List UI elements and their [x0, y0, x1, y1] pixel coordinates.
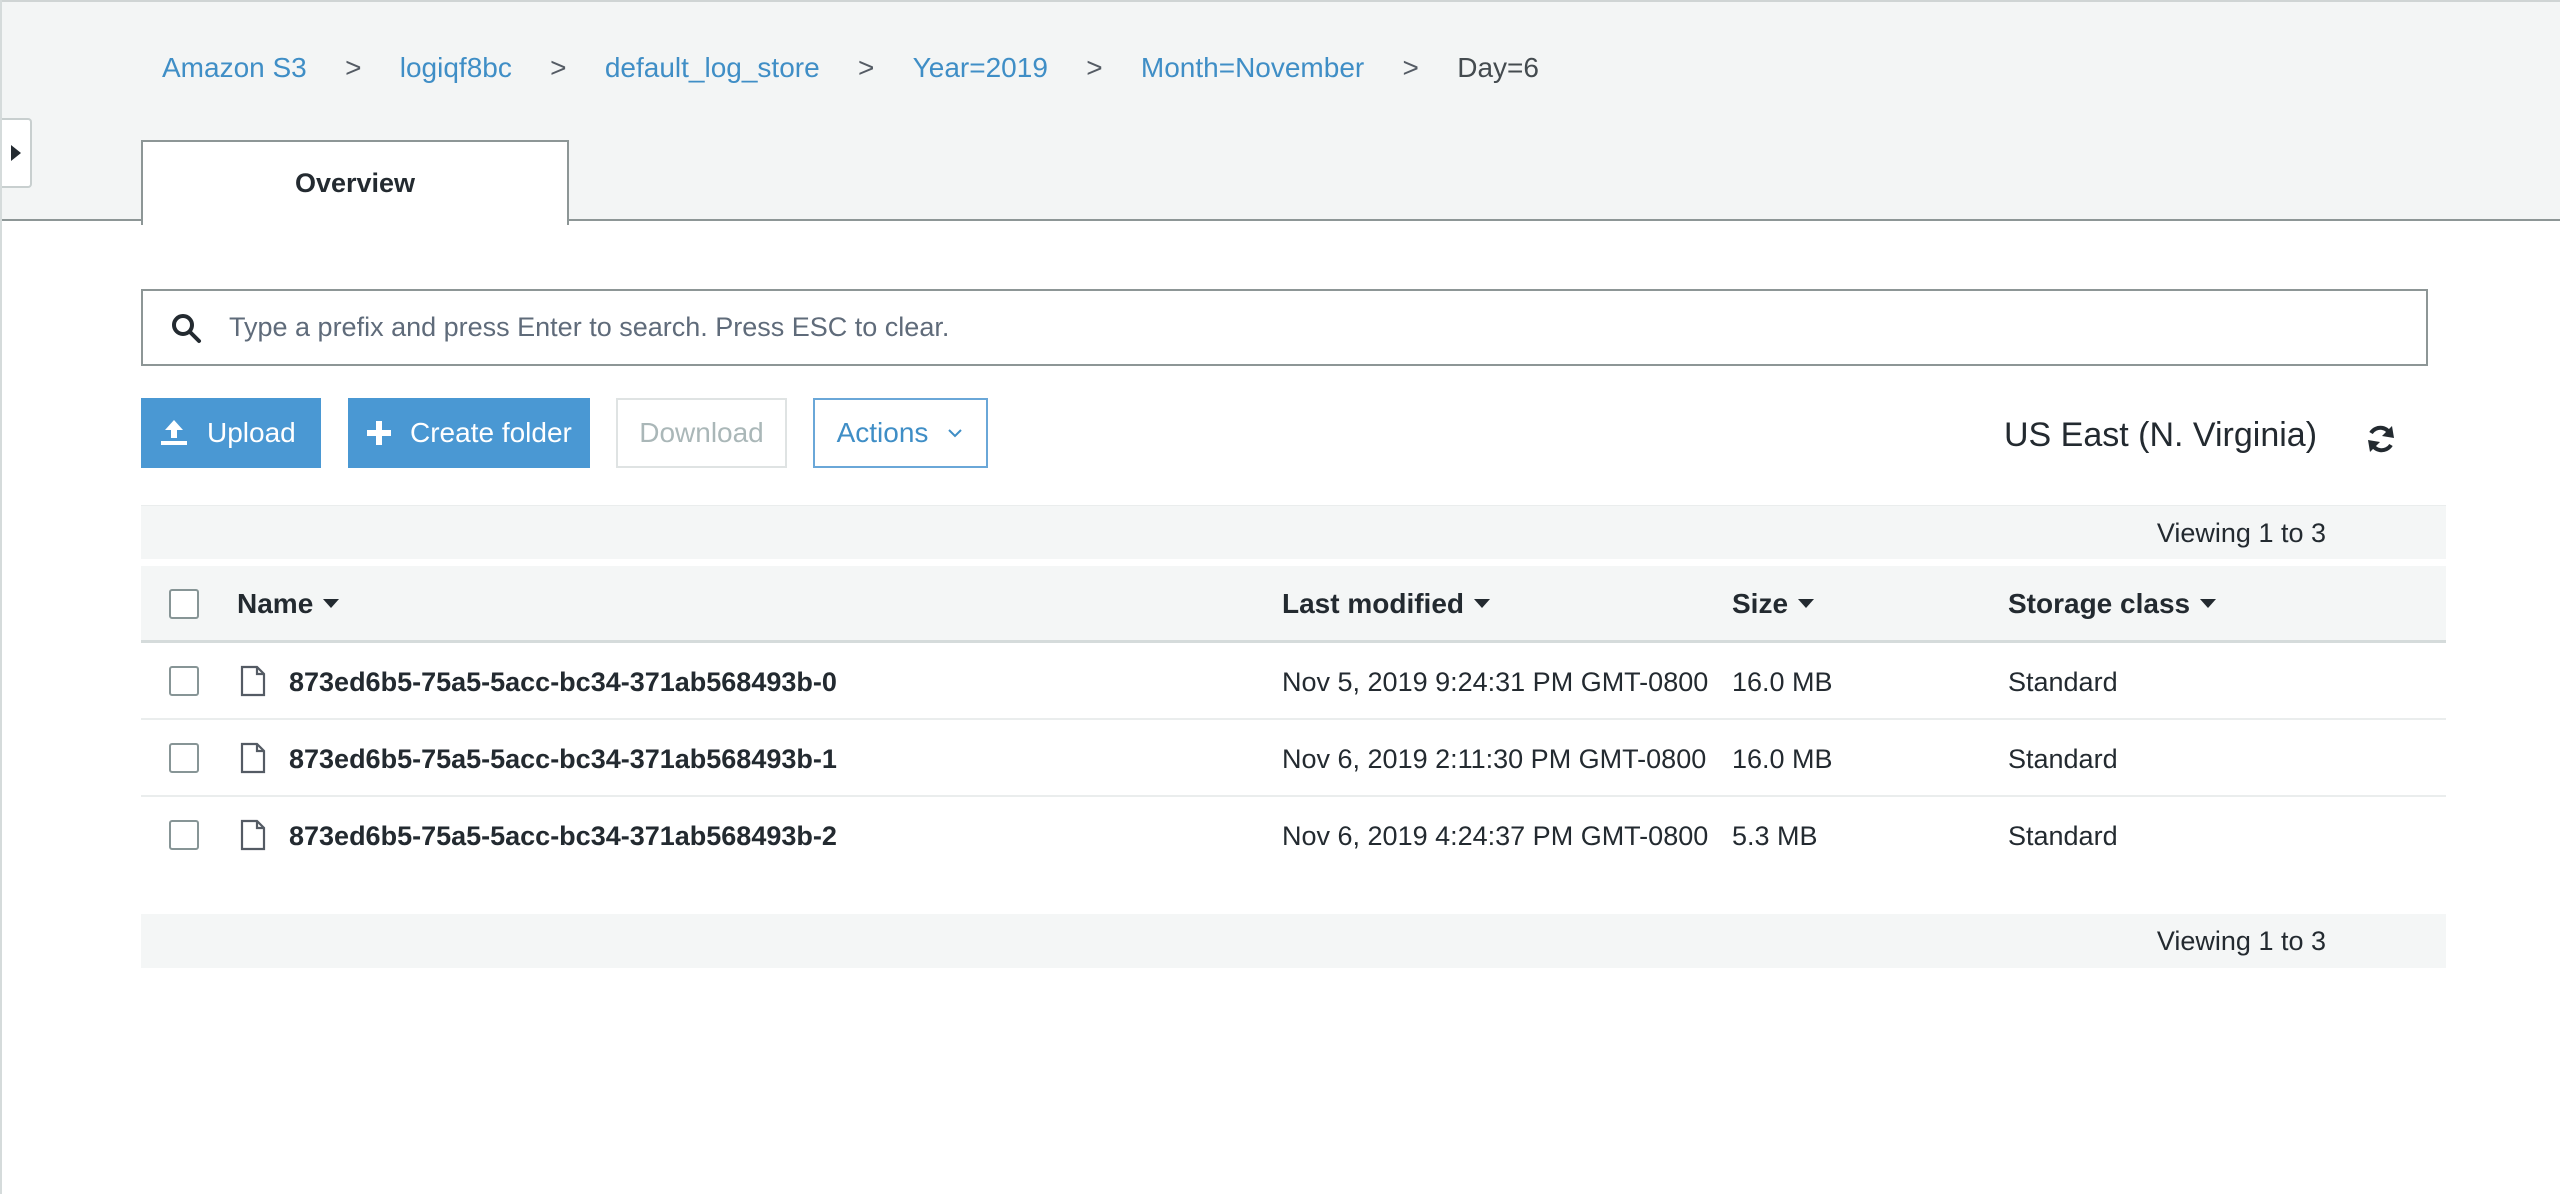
breadcrumb: Amazon S3 > logiqf8bc > default_log_stor…	[162, 48, 1539, 88]
caret-right-icon	[11, 145, 21, 161]
upload-button-label: Upload	[207, 417, 296, 448]
column-header-size[interactable]: Size	[1732, 588, 1815, 620]
column-header-storage-class-label: Storage class	[2008, 588, 2191, 619]
storage-class-cell: Standard	[2008, 821, 2118, 851]
breadcrumb-separator: >	[550, 52, 567, 83]
side-panel-toggle[interactable]	[2, 118, 32, 188]
breadcrumb-current-day: Day=6	[1457, 52, 1539, 83]
storage-class-cell: Standard	[2008, 744, 2118, 774]
breadcrumb-separator: >	[1402, 52, 1419, 83]
pagination-bar-top: Viewing 1 to 3	[141, 505, 2446, 559]
object-name-link[interactable]: 873ed6b5-75a5-5acc-bc34-371ab568493b-2	[289, 821, 837, 852]
breadcrumb-item-month[interactable]: Month=November	[1141, 52, 1364, 84]
column-header-size-label: Size	[1732, 588, 1789, 619]
breadcrumb-separator: >	[857, 52, 875, 83]
upload-icon	[161, 420, 187, 445]
pagination-text-bottom: Viewing 1 to 3	[2156, 926, 2326, 956]
last-modified-cell: Nov 6, 2019 4:24:37 PM GMT-0800	[1282, 821, 1709, 851]
region-label: US East (N. Virginia)	[2004, 416, 2318, 454]
create-folder-button[interactable]: Create folder	[348, 398, 590, 468]
breadcrumb-item-amazon-s3[interactable]: Amazon S3	[162, 52, 307, 84]
file-icon	[240, 665, 266, 697]
table-row[interactable]: 873ed6b5-75a5-5acc-bc34-371ab568493b-0 N…	[141, 643, 2446, 720]
breadcrumb-separator: >	[1086, 52, 1103, 83]
s3-console-page: Amazon S3 > logiqf8bc > default_log_stor…	[0, 0, 2560, 1194]
file-icon	[240, 819, 266, 851]
column-header-name[interactable]: Name	[237, 588, 340, 620]
pagination-text-top: Viewing 1 to 3	[2156, 518, 2326, 548]
search-box	[141, 289, 2428, 366]
object-name-link[interactable]: 873ed6b5-75a5-5acc-bc34-371ab568493b-0	[289, 667, 837, 698]
last-modified-cell: Nov 5, 2019 9:24:31 PM GMT-0800	[1282, 667, 1709, 697]
row-checkbox[interactable]	[169, 743, 199, 773]
plus-icon	[367, 421, 391, 445]
table-row[interactable]: 873ed6b5-75a5-5acc-bc34-371ab568493b-1 N…	[141, 720, 2446, 797]
column-header-name-label: Name	[237, 588, 314, 619]
last-modified-cell: Nov 6, 2019 2:11:30 PM GMT-0800	[1282, 744, 1707, 774]
pagination-bar-bottom: Viewing 1 to 3	[141, 914, 2446, 968]
row-checkbox[interactable]	[169, 820, 199, 850]
actions-dropdown-button[interactable]: Actions	[813, 398, 988, 468]
column-header-last-modified[interactable]: Last modified	[1282, 588, 1491, 620]
refresh-icon	[2368, 425, 2394, 453]
size-cell: 16.0 MB	[1732, 744, 1833, 774]
table-row[interactable]: 873ed6b5-75a5-5acc-bc34-371ab568493b-2 N…	[141, 797, 2446, 874]
column-header-last-modified-label: Last modified	[1282, 588, 1465, 619]
object-name-link[interactable]: 873ed6b5-75a5-5acc-bc34-371ab568493b-1	[289, 744, 837, 775]
upload-button[interactable]: Upload	[141, 398, 321, 468]
table-header: Name Last modified Size Storage class	[141, 566, 2446, 643]
row-checkbox[interactable]	[169, 666, 199, 696]
select-all-checkbox[interactable]	[169, 589, 199, 619]
column-header-storage-class[interactable]: Storage class	[2008, 588, 2217, 620]
sort-caret-icon	[1474, 599, 1491, 609]
size-cell: 16.0 MB	[1732, 667, 1833, 697]
sort-caret-icon	[323, 599, 340, 609]
chevron-down-icon	[948, 429, 963, 438]
breadcrumb-item-log-store[interactable]: default_log_store	[605, 52, 820, 84]
actions-button-label: Actions	[836, 417, 929, 448]
breadcrumb-separator: >	[345, 52, 362, 83]
breadcrumb-item-year[interactable]: Year=2019	[913, 52, 1048, 84]
refresh-button[interactable]	[2364, 422, 2398, 456]
breadcrumb-item-bucket[interactable]: logiqf8bc	[400, 52, 512, 84]
file-icon	[240, 742, 266, 774]
create-folder-button-label: Create folder	[410, 417, 572, 448]
tab-overview[interactable]: Overview	[141, 140, 569, 225]
header-band: Amazon S3 > logiqf8bc > default_log_stor…	[2, 0, 2560, 225]
sort-caret-icon	[2200, 599, 2217, 609]
size-cell: 5.3 MB	[1732, 821, 1818, 851]
search-icon	[143, 312, 229, 344]
sort-caret-icon	[1798, 599, 1815, 609]
download-button[interactable]: Download	[616, 398, 787, 468]
storage-class-cell: Standard	[2008, 667, 2118, 697]
search-input[interactable]	[229, 312, 2379, 343]
